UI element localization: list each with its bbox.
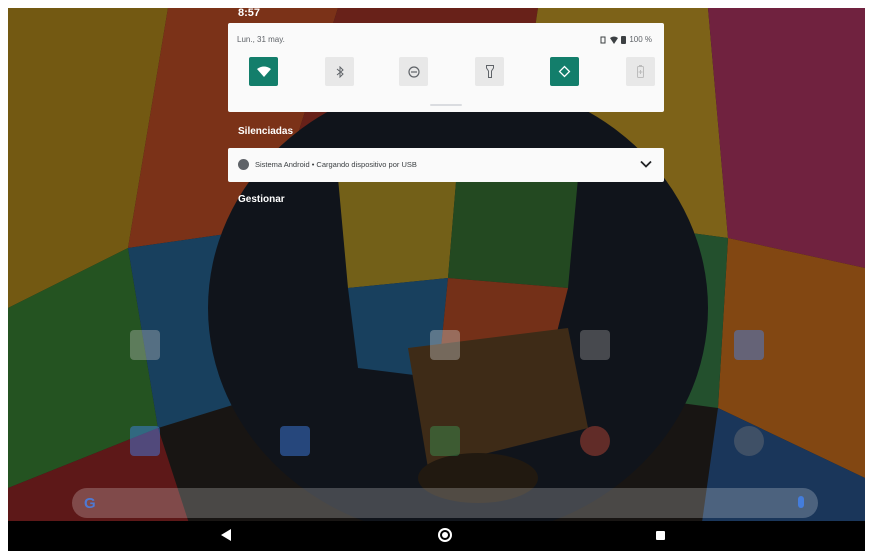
recent-apps-icon[interactable]	[656, 531, 665, 540]
battery-percentage: 100 %	[629, 35, 652, 44]
quick-settings-status: 100 %	[599, 35, 652, 44]
home-icon[interactable]	[438, 528, 452, 542]
back-icon[interactable]	[221, 529, 231, 541]
phone-app-icon	[130, 426, 160, 456]
chevron-down-icon[interactable]	[640, 159, 652, 169]
auto-rotate-icon	[558, 65, 571, 78]
vibrate-icon	[600, 36, 606, 43]
battery-saver-icon	[637, 65, 644, 78]
chrome-app-icon	[580, 426, 610, 456]
microphone-icon	[798, 496, 804, 508]
wifi-icon	[256, 66, 271, 77]
duo-app-icon	[734, 330, 764, 360]
google-folder-icon	[130, 330, 160, 360]
tile-do-not-disturb[interactable]	[399, 57, 428, 86]
battery-icon	[621, 35, 627, 44]
manage-button[interactable]: Gestionar	[238, 194, 285, 205]
screen: G 8:57 Lun., 31 may. 100 % Silenciadas S…	[8, 8, 865, 551]
tile-battery-saver[interactable]	[626, 57, 655, 86]
play-store-app-icon	[430, 426, 460, 456]
status-bar-time: 8:57	[238, 8, 261, 19]
google-app-icon	[430, 330, 460, 360]
tile-wifi[interactable]	[249, 57, 278, 86]
notification-android-system[interactable]: Sistema Android • Cargando dispositivo p…	[228, 148, 664, 182]
silenced-section-label: Silenciadas	[238, 126, 294, 137]
tile-auto-rotate[interactable]	[550, 57, 579, 86]
google-g-icon: G	[84, 495, 96, 512]
tile-flashlight[interactable]	[475, 57, 504, 86]
google-search-bar: G	[72, 488, 818, 518]
quick-settings-drag-handle[interactable]	[430, 104, 462, 106]
messages-app-icon	[280, 426, 310, 456]
tile-bluetooth[interactable]	[325, 57, 354, 86]
notification-text: Sistema Android • Cargando dispositivo p…	[255, 160, 417, 169]
do-not-disturb-icon	[407, 65, 420, 78]
navigation-bar	[8, 521, 865, 551]
quick-settings-panel: Lun., 31 may. 100 %	[228, 23, 664, 112]
wifi-signal-icon	[610, 36, 619, 44]
camera-app-icon	[734, 426, 764, 456]
bluetooth-icon	[336, 65, 344, 78]
assistant-app-icon	[580, 330, 610, 360]
quick-settings-date[interactable]: Lun., 31 may.	[237, 35, 285, 44]
flashlight-icon	[485, 65, 494, 78]
android-system-icon	[238, 159, 249, 170]
